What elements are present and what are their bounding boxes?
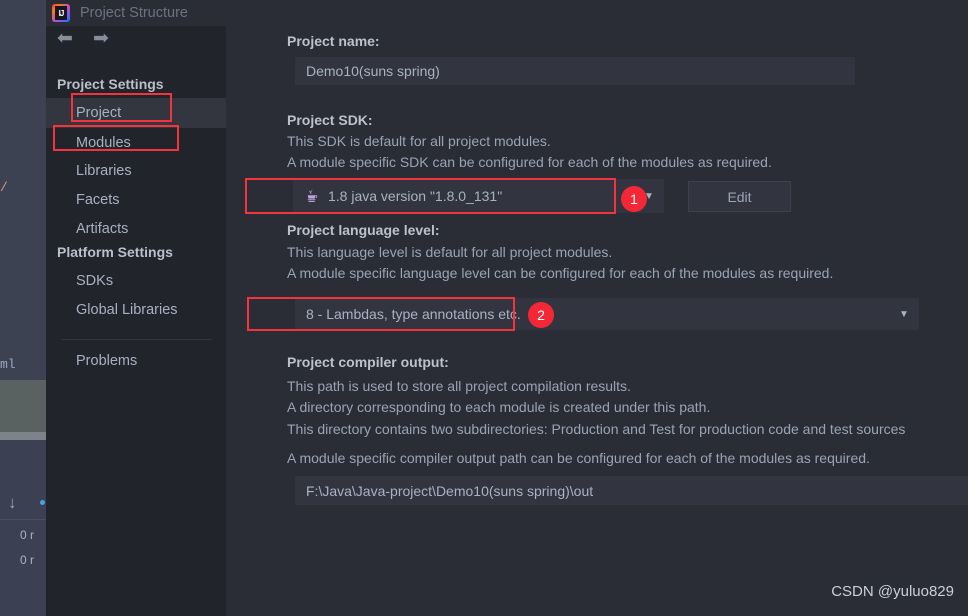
language-level-combobox[interactable]: 8 - Lambdas, type annotations etc. ▼ bbox=[295, 298, 919, 330]
dialog-title: Project Structure bbox=[80, 5, 188, 21]
chevron-down-icon[interactable]: ▼ bbox=[889, 298, 919, 330]
language-level-desc-2: A module specific language level can be … bbox=[287, 265, 834, 281]
sidebar-group-platform-settings: Platform Settings bbox=[57, 244, 173, 260]
background-panel-divider bbox=[0, 432, 46, 440]
sidebar-item-label: Libraries bbox=[76, 163, 132, 179]
dialog-titlebar: Project Structure bbox=[46, 0, 968, 26]
sidebar-item-label: Project bbox=[76, 105, 122, 121]
arrow-down-icon[interactable]: ↓ bbox=[8, 494, 22, 512]
background-code-fragment-2: ml bbox=[0, 357, 16, 372]
sidebar-item-libraries[interactable]: Libraries bbox=[46, 156, 226, 186]
sidebar-group-project-settings: Project Settings bbox=[57, 76, 164, 92]
sidebar-divider bbox=[62, 339, 212, 340]
sidebar-item-project[interactable]: Project bbox=[46, 98, 226, 128]
compiler-output-path-input[interactable]: F:\Java\Java-project\Demo10(suns spring)… bbox=[295, 476, 968, 505]
sidebar-item-problems[interactable]: Problems bbox=[46, 346, 226, 376]
project-name-input[interactable]: Demo10(suns spring) bbox=[295, 57, 855, 85]
compiler-output-desc-3: This directory contains two subdirectori… bbox=[287, 421, 906, 437]
background-toolbar-row bbox=[0, 487, 46, 520]
compiler-output-desc-2: A directory corresponding to each module… bbox=[287, 399, 711, 415]
sidebar-item-label: Artifacts bbox=[76, 221, 129, 237]
background-ide-strip: / ml ↓ 0 r 0 r bbox=[0, 0, 46, 616]
sidebar-item-label: Facets bbox=[76, 192, 120, 208]
sidebar-item-sdks[interactable]: SDKs bbox=[46, 266, 226, 296]
status-dot-icon bbox=[40, 500, 45, 505]
background-count-1: 0 r bbox=[20, 528, 35, 542]
csdn-watermark: CSDN @yuluo829 bbox=[831, 583, 954, 600]
language-level-label: Project language level: bbox=[287, 222, 440, 238]
sidebar-item-facets[interactable]: Facets bbox=[46, 185, 226, 215]
project-sdk-label: Project SDK: bbox=[287, 112, 373, 128]
arrow-left-icon[interactable]: ⬅ bbox=[54, 29, 76, 49]
sidebar-item-label: SDKs bbox=[76, 273, 114, 289]
compiler-output-desc-1: This path is used to store all project c… bbox=[287, 378, 631, 394]
sidebar-navbar: ⬅ ➡ bbox=[46, 26, 226, 54]
project-sdk-combobox[interactable]: 1.8 java version "1.8.0_131" ▼ bbox=[293, 179, 664, 213]
language-level-value: 8 - Lambdas, type annotations etc. bbox=[306, 306, 521, 322]
background-code-fragment-1: / bbox=[0, 180, 8, 195]
edit-sdk-button[interactable]: Edit bbox=[688, 181, 791, 212]
settings-sidebar: ⬅ ➡ Project Settings Project Modules Lib… bbox=[46, 26, 226, 616]
sidebar-item-label: Global Libraries bbox=[76, 302, 178, 318]
background-count-2: 0 r bbox=[20, 553, 35, 567]
settings-main-panel: Project name: Demo10(suns spring) Projec… bbox=[226, 26, 968, 616]
annotation-marker-2: 2 bbox=[528, 302, 554, 328]
intellij-idea-logo-icon bbox=[52, 4, 70, 22]
arrow-right-icon[interactable]: ➡ bbox=[90, 29, 112, 49]
project-sdk-desc-1: This SDK is default for all project modu… bbox=[287, 133, 551, 149]
project-structure-dialog: Project Structure ⬅ ➡ Project Settings P… bbox=[46, 0, 968, 616]
project-sdk-desc-2: A module specific SDK can be configured … bbox=[287, 154, 772, 170]
screenshot-root: / ml ↓ 0 r 0 r Project Structure ⬅ ➡ Pro… bbox=[0, 0, 968, 616]
background-panel bbox=[0, 380, 46, 432]
compiler-output-desc-4: A module specific compiler output path c… bbox=[287, 450, 870, 466]
sidebar-item-label: Modules bbox=[76, 135, 131, 151]
language-level-desc-1: This language level is default for all p… bbox=[287, 244, 613, 260]
project-name-label: Project name: bbox=[287, 33, 380, 49]
java-coffee-cup-icon bbox=[304, 188, 320, 204]
sidebar-item-modules[interactable]: Modules bbox=[46, 128, 226, 158]
sidebar-item-label: Problems bbox=[76, 353, 138, 369]
sidebar-item-global-libraries[interactable]: Global Libraries bbox=[46, 295, 226, 325]
compiler-output-label: Project compiler output: bbox=[287, 354, 449, 370]
project-sdk-value: 1.8 java version "1.8.0_131" bbox=[328, 188, 503, 204]
annotation-marker-1: 1 bbox=[621, 186, 647, 212]
